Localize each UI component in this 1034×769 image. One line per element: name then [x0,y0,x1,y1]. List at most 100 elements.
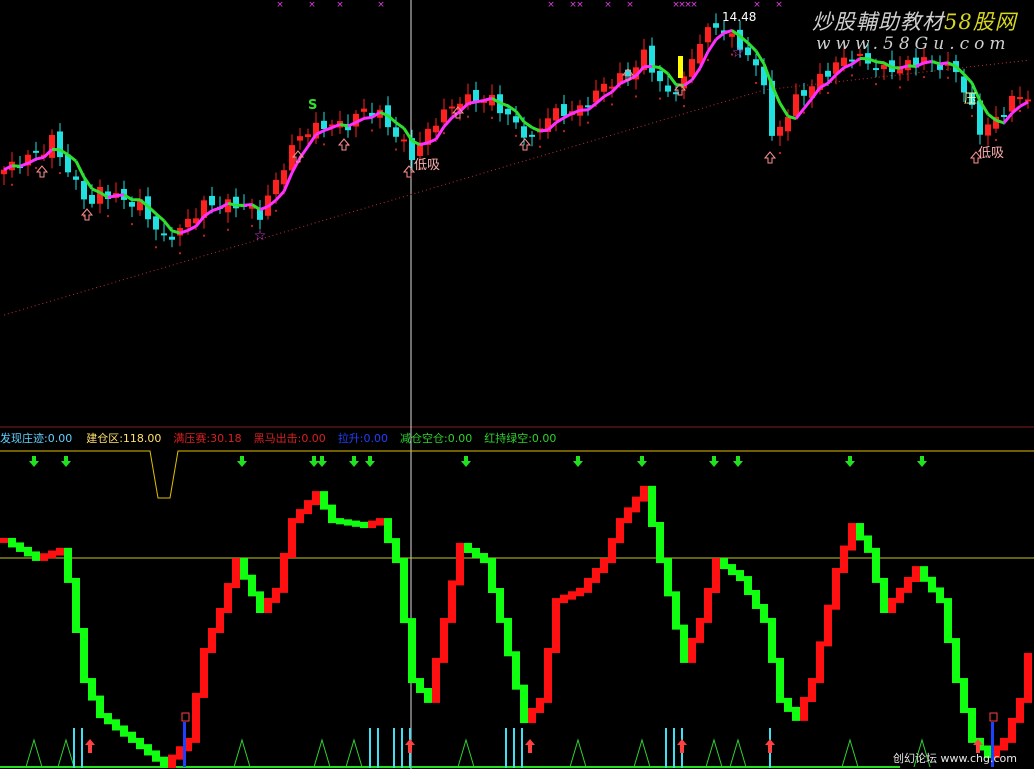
candle-body [321,120,327,130]
oscillator-step [576,587,584,597]
candle-body [273,179,279,195]
oscillator-step [568,591,576,600]
oscillator-step [120,725,128,737]
oscillator-step [240,558,248,580]
spike-marker [57,738,75,768]
spike-marker [313,738,331,768]
candle-body [601,83,607,92]
trend-line-segment [531,126,541,133]
spike-marker [633,738,651,768]
down-arrow-icon [317,456,327,467]
support-dot [1019,110,1021,113]
spike-marker [569,738,587,768]
oscillator-step [224,583,232,613]
support-dot [851,74,853,77]
oscillator-step [216,608,224,633]
watermark-title-b: 58股网 [944,10,1017,34]
oscillator-step [792,706,800,721]
oscillator-step [0,537,8,543]
trend-line-segment [298,145,310,159]
down-arrow-icon [573,456,583,467]
spike-marker [25,738,43,768]
candle-body [521,126,527,138]
oscillator-step [592,568,600,583]
cyan-bar [377,728,379,768]
candle-body [81,181,87,200]
stock-chart: × × × × × × × × × ×××× × ×☆☆ [0,0,1034,769]
oscillator-step [776,657,784,703]
oscillator-step [528,707,536,724]
oscillator-step [840,545,848,574]
top-x-marker: × [775,0,783,10]
highlight-candle [678,56,683,78]
oscillator-step [552,598,560,653]
oscillator-step [952,638,960,684]
top-x-marker: × [547,0,555,10]
oscillator-step [312,491,320,506]
oscillator-step [824,604,832,647]
oscillator-step [344,519,352,526]
oscillator-step [864,535,872,553]
cyan-bar [369,728,371,768]
spike-marker [705,738,723,768]
oscillator-step [424,687,432,703]
buy-arrow-icon [80,208,94,221]
trend-line-segment [875,60,885,65]
oscillator-step [40,553,48,561]
legend-item: 拉升:0.00 [337,432,389,445]
candle-body [649,45,655,73]
candle-body [513,116,519,123]
oscillator-step [56,547,64,556]
oscillator-step [624,507,632,524]
oscillator-step [328,504,336,524]
oscillator-step [712,558,720,594]
trend-line-segment [931,60,941,66]
legend-item: 满压赛:30.18 [173,432,242,445]
candle-body [89,194,95,204]
trend-line-segment [171,229,181,235]
spike-marker [457,738,475,768]
support-dot [923,76,925,79]
oscillator-step [544,647,552,703]
support-dot [995,138,997,141]
buy-arrow-icon [763,151,777,164]
cyan-bar [401,728,403,768]
down-arrow-icon [637,456,647,467]
candle-body [449,106,455,109]
candle-body [57,131,63,158]
support-dot [803,111,805,114]
oscillator-step [360,521,368,529]
support-dot [443,132,445,135]
oscillator-step [64,547,72,583]
cyan-bar [505,728,507,768]
oscillator-step [256,591,264,613]
down-arrow-icon [29,456,39,467]
support-dot [323,143,325,146]
candle-body [161,233,167,236]
oscillator-step [96,695,104,719]
oscillator-step [384,518,392,544]
trend-line-segment [778,102,790,118]
legend-item: 黑马出击:0.00 [253,432,326,445]
oscillator-step [376,518,384,526]
oscillator-step [744,576,752,596]
red-up-arrow-icon [765,739,775,753]
candle-body [873,68,879,71]
oscillator-step [8,537,16,548]
support-dot [131,223,133,226]
candle-body [73,176,79,180]
oscillator-step [880,577,888,613]
support-dot [875,83,877,86]
candle-body [361,108,367,112]
cyan-bar [393,728,395,768]
candle-body [561,104,567,117]
candle-body [705,27,711,43]
oscillator-step [696,617,704,643]
oscillator-step [520,684,528,724]
trend-line-segment [107,194,117,199]
trend-line-segment [115,193,125,198]
oscillator-step [128,731,136,743]
oscillator-step [248,574,256,597]
indicator-legend: 发现庄迹:0.00 建仓区:118.00 满压赛:30.18 黑马出击:0.00 拉升:… [0,430,568,446]
oscillator-step [872,547,880,583]
